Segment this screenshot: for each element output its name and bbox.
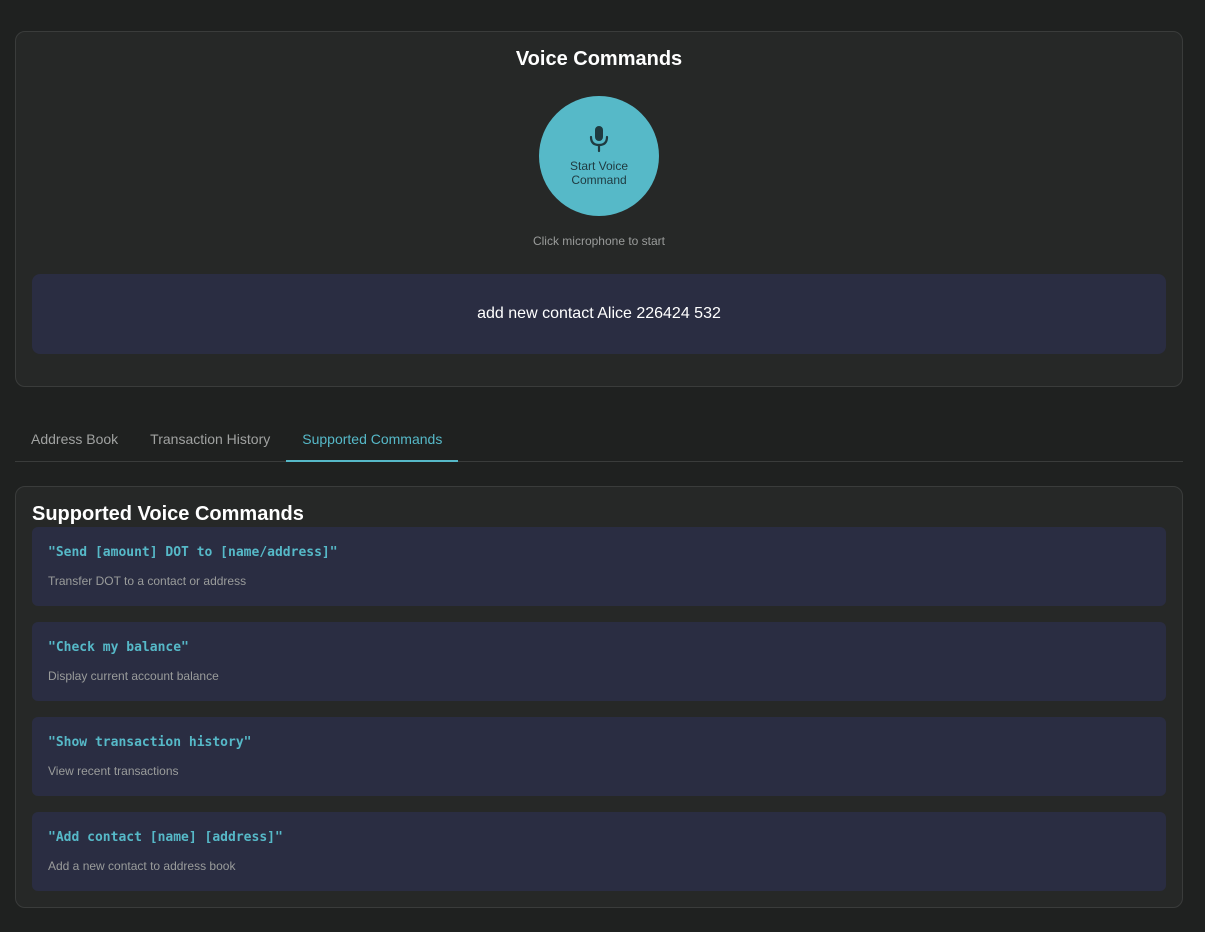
tab-bar: Address Book Transaction History Support… <box>15 417 1183 462</box>
commands-title: Supported Voice Commands <box>32 503 304 525</box>
tab-address-book[interactable]: Address Book <box>15 417 134 461</box>
mic-button-label: Start Voice Command <box>570 159 628 187</box>
command-text: "Add contact [name] [address]" <box>48 830 283 845</box>
command-description: Transfer DOT to a contact or address <box>48 574 247 588</box>
command-text: "Show transaction history" <box>48 735 252 750</box>
voice-title: Voice Commands <box>515 48 683 70</box>
command-description: Display current account balance <box>48 669 219 683</box>
command-description: Add a new contact to address book <box>48 859 236 873</box>
mic-label-line1: Start Voice <box>569 159 629 173</box>
command-text: "Send [amount] DOT to [name/address]" <box>48 545 338 560</box>
mic-hint: Click microphone to start <box>532 234 666 248</box>
microphone-icon <box>589 126 609 153</box>
transcript-display: add new contact Alice 226424 532 <box>32 274 1166 354</box>
tab-supported-commands[interactable]: Supported Commands <box>286 417 459 462</box>
supported-commands-panel: Supported Voice Commands "Send [amount] … <box>15 486 1183 908</box>
start-voice-command-button[interactable]: Start Voice Command <box>539 96 659 216</box>
command-card: "Show transaction history" View recent t… <box>32 717 1166 796</box>
command-card: "Send [amount] DOT to [name/address]" Tr… <box>32 527 1166 606</box>
command-card: "Check my balance" Display current accou… <box>32 622 1166 701</box>
voice-commands-panel: Voice Commands Start Voice Command Click… <box>15 31 1183 387</box>
tab-transaction-history[interactable]: Transaction History <box>134 417 286 461</box>
command-text: "Check my balance" <box>48 640 189 655</box>
command-description: View recent transactions <box>48 764 179 778</box>
command-card: "Add contact [name] [address]" Add a new… <box>32 812 1166 891</box>
mic-label-line2: Command <box>571 173 627 187</box>
